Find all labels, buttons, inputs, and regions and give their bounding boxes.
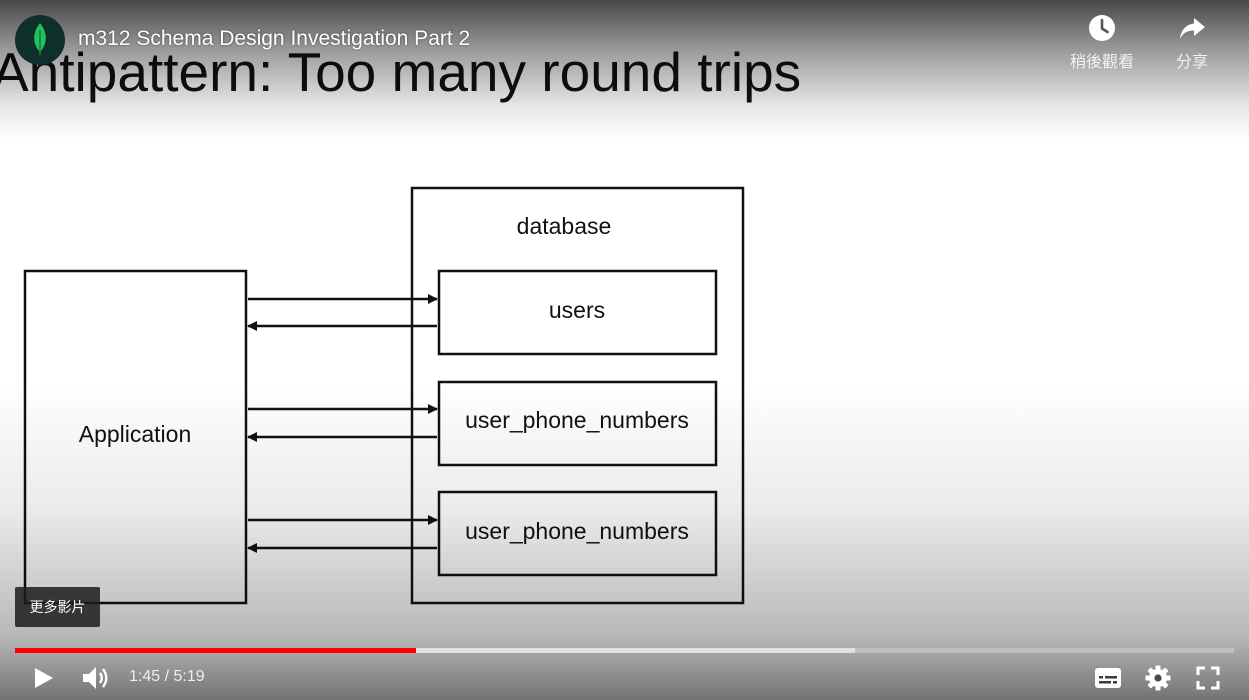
table-label-phone-numbers-1: user_phone_numbers [465, 407, 689, 433]
current-time: 1:45 [129, 668, 161, 685]
table-label-phone-numbers-2: user_phone_numbers [465, 518, 689, 544]
application-label: Application [79, 421, 192, 447]
time-display: 1:45 / 5:19 [129, 668, 205, 686]
progress-played [15, 648, 416, 653]
table-label-users: users [549, 297, 605, 323]
volume-button[interactable] [76, 660, 116, 696]
channel-avatar[interactable] [15, 15, 65, 65]
duration: 5:19 [173, 668, 205, 685]
share-button[interactable]: 分享 [1152, 14, 1232, 72]
watch-later-button[interactable]: 稍後觀看 [1062, 14, 1142, 72]
video-title-link[interactable]: m312 Schema Design Investigation Part 2 [78, 27, 470, 51]
settings-button[interactable] [1138, 660, 1178, 696]
share-arrow-icon [1180, 18, 1205, 39]
round-trips-diagram: Application database users user_phone_nu… [23, 186, 745, 605]
fullscreen-button[interactable] [1188, 660, 1228, 696]
subtitles-button[interactable] [1088, 660, 1128, 696]
progress-bar[interactable] [15, 648, 1234, 653]
fullscreen-icon [1196, 666, 1220, 690]
volume-icon [83, 667, 108, 689]
play-button[interactable] [24, 660, 64, 696]
database-label: database [517, 213, 612, 239]
watch-later-label: 稍後觀看 [1069, 54, 1134, 71]
time-separator: / [160, 668, 174, 685]
more-videos-button[interactable]: 更多影片 [15, 587, 100, 627]
video-frame[interactable]: Antipattern: Too many round trips Applic… [0, 0, 1249, 700]
gear-icon [1145, 665, 1171, 691]
play-icon [35, 668, 53, 688]
mongodb-leaf-icon [34, 23, 46, 57]
share-label: 分享 [1175, 54, 1208, 71]
clock-icon [1089, 15, 1115, 41]
video-player[interactable]: Antipattern: Too many round trips Applic… [0, 0, 1249, 700]
subtitles-icon [1095, 668, 1121, 688]
